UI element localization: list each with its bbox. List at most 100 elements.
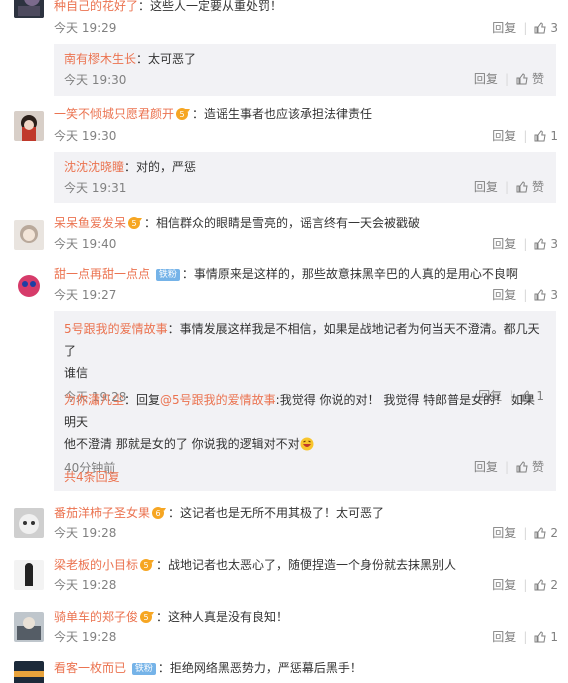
comment-text: ：战地记者也太恶心了，随便捏造一个身份就去抹黑别人 (156, 558, 457, 572)
subreply-username[interactable]: 为你瀟凡尘 (64, 393, 124, 407)
divider: | (523, 237, 528, 251)
reply-button[interactable]: 回复 (492, 629, 516, 645)
divider: | (523, 21, 528, 35)
comment-username[interactable]: 种自己的花好了 (54, 0, 138, 13)
like-button[interactable]: 3 (534, 20, 558, 36)
subreply-item: 南有樛木生长：太可恶了 今天 19:30 回复 | 赞 (64, 51, 544, 87)
svg-text:5: 5 (131, 219, 136, 228)
subreply-text: ：回复 (124, 393, 161, 407)
thumbs-up-icon (534, 22, 546, 34)
avatar[interactable] (14, 0, 44, 18)
avatar[interactable] (14, 661, 44, 683)
comment-text: ：这些人一定要从重处罚！ (138, 0, 283, 13)
like-button[interactable]: 2 (534, 577, 558, 593)
subreply-item: 沈沈沈晓瞳：对的，严惩 今天 19:31 回复 | 赞 (64, 159, 544, 195)
like-count: 2 (550, 578, 558, 592)
comment-username[interactable]: 呆呆鱼爱发呆 (54, 216, 126, 230)
comment-text: ：事情原来是这样的，那些故意抹黑辛巴的人真的是用心不良啊 (181, 267, 518, 281)
divider: | (523, 129, 528, 143)
comment-username[interactable]: 骑单车的郑子俊 (54, 610, 138, 624)
like-count: 1 (550, 129, 558, 143)
comment-username[interactable]: 一笑不倾城只愿君颜开 (54, 107, 174, 121)
comment-text: ：拒绝网络黑恶势力，严惩幕后黑手！ (157, 661, 362, 675)
like-button[interactable]: 赞 (516, 179, 544, 195)
comment-time: 今天 19:40 (54, 237, 117, 251)
like-count: 2 (550, 526, 558, 540)
avatar[interactable] (14, 508, 44, 538)
avatar[interactable] (14, 220, 44, 250)
comment-username[interactable]: 番茄洋柿子圣女果 (54, 506, 150, 520)
comment-time: 今天 19:29 (54, 21, 117, 35)
subreply-time: 今天 19:31 (64, 181, 127, 195)
comment-text: ：这种人真是没有良知！ (156, 610, 289, 624)
reply-button[interactable]: 回复 (492, 577, 516, 593)
more-replies-link[interactable]: 共4条回复 (64, 468, 544, 485)
thumbs-up-icon (534, 579, 546, 591)
reply-box: 5号跟我的爱情故事：事情发展这样我是不相信，如果是战地记者为何当天不澄清。都几天… (54, 311, 556, 491)
subreply-text: ：太可恶了 (136, 52, 197, 66)
reply-button[interactable]: 回复 (492, 525, 516, 541)
like-count: 3 (550, 288, 558, 302)
svg-text:5: 5 (179, 110, 184, 119)
reply-button[interactable]: 回复 (474, 71, 498, 87)
subreply-username[interactable]: 沈沈沈晓瞳 (64, 160, 124, 174)
comment-feed: 种自己的花好了：这些人一定要从重处罚！ 今天 19:29 回复 | 3 南有樛木… (0, 0, 568, 683)
thumbs-up-icon (534, 238, 546, 250)
member-badge-icon: 6 (152, 507, 167, 519)
comment-time: 今天 19:30 (54, 129, 117, 143)
comment-time: 今天 19:28 (54, 578, 117, 592)
reply-box: 南有樛木生长：太可恶了 今天 19:30 回复 | 赞 (54, 44, 556, 96)
subreply-text-cont: 他不澄清 那就是女的了 你说我的逻辑对不对 (64, 437, 300, 451)
thumbs-up-icon (534, 130, 546, 142)
member-badge-icon: 5 (140, 559, 155, 571)
comment-username[interactable]: 看客一枚而已 (54, 661, 126, 675)
like-button[interactable]: 1 (534, 629, 558, 645)
fan-badge: 铁粉 (131, 663, 156, 675)
reply-button[interactable]: 回复 (474, 179, 498, 195)
comment-text: ：相信群众的眼睛是雪亮的，谣言终有一天会被戳破 (144, 216, 421, 230)
avatar[interactable] (14, 111, 44, 141)
avatar[interactable] (14, 560, 44, 590)
reply-button[interactable]: 回复 (492, 287, 516, 303)
comment-text: ：造谣生事者也应该承担法律责任 (192, 107, 373, 121)
avatar[interactable] (14, 612, 44, 642)
divider: | (504, 72, 509, 86)
divider: | (523, 578, 528, 592)
thumbs-up-icon (534, 631, 546, 643)
like-button[interactable]: 1 (534, 128, 558, 144)
subreply-username[interactable]: 5号跟我的爱情故事 (64, 322, 168, 336)
like-count: 1 (550, 630, 558, 644)
thumbs-up-icon (516, 181, 528, 193)
comment-time: 今天 19:27 (54, 288, 117, 302)
like-button[interactable]: 2 (534, 525, 558, 541)
thumbs-up-icon (516, 73, 528, 85)
thumbs-up-icon (534, 527, 546, 539)
like-label: 赞 (531, 72, 544, 86)
divider: | (523, 526, 528, 540)
avatar[interactable] (14, 271, 44, 301)
svg-text:5: 5 (143, 613, 148, 622)
mention-link[interactable]: @5号跟我的爱情故事 (160, 393, 276, 407)
subreply-username[interactable]: 南有樛木生长 (64, 52, 136, 66)
comment-time: 今天 19:28 (54, 630, 117, 644)
reply-button[interactable]: 回复 (492, 236, 516, 252)
member-badge-icon: 5 (128, 217, 143, 229)
svg-text:6: 6 (155, 509, 160, 518)
like-button[interactable]: 赞 (516, 71, 544, 87)
divider: | (504, 180, 509, 194)
comment-username[interactable]: 梁老板的小目标 (54, 558, 138, 572)
laugh-emoji-icon (300, 437, 314, 451)
comment-username[interactable]: 甜一点再甜一点点 (54, 267, 150, 281)
svg-text:5: 5 (143, 561, 148, 570)
divider: | (523, 630, 528, 644)
divider: | (523, 288, 528, 302)
comment-text: ：这记者也是无所不用其极了！太可恶了 (168, 506, 385, 520)
member-badge-icon: 5 (176, 108, 191, 120)
reply-button[interactable]: 回复 (492, 128, 516, 144)
like-button[interactable]: 3 (534, 287, 558, 303)
reply-button[interactable]: 回复 (492, 20, 516, 36)
comment-time: 今天 19:28 (54, 526, 117, 540)
like-label: 赞 (531, 180, 544, 194)
like-button[interactable]: 3 (534, 236, 558, 252)
subreply-text-cont: 谁信 (64, 366, 89, 380)
